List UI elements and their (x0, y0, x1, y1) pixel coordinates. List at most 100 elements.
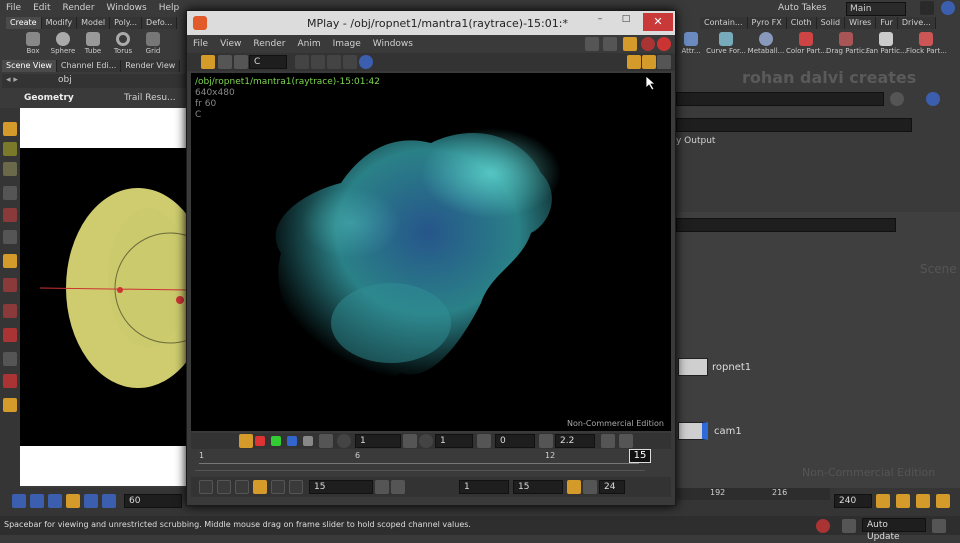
shelf-tab-modify[interactable]: Modify (41, 17, 78, 29)
global-anim-icon[interactable] (936, 494, 950, 508)
end-frame-field[interactable]: 240 (834, 494, 872, 508)
rgb-icon[interactable] (239, 434, 253, 448)
shelf-grid[interactable]: Grid (138, 30, 168, 55)
jump-end-icon[interactable] (102, 494, 116, 508)
path-bar[interactable]: ◂ ▸ obj (2, 74, 188, 88)
offset-field[interactable]: 0 (495, 434, 535, 448)
shelf-box[interactable]: Box (18, 30, 48, 55)
frame-badge[interactable]: 15 (629, 449, 651, 463)
gear-icon[interactable] (890, 92, 904, 106)
lock-icon[interactable] (623, 37, 637, 51)
rotate-tool-icon[interactable] (3, 162, 17, 176)
red-channel-icon[interactable] (255, 436, 265, 446)
back-arrow-icon[interactable]: ◂ ▸ (6, 75, 18, 85)
move-tool-icon[interactable] (3, 142, 17, 156)
mplay-menu-view[interactable]: View (214, 36, 247, 52)
mplay-step-back-icon[interactable] (217, 480, 231, 494)
pin-icon[interactable] (585, 37, 599, 51)
shelf-tab-model[interactable]: Model (77, 17, 111, 29)
pose-tool-icon[interactable] (3, 230, 17, 244)
mplay-view-icon[interactable] (234, 55, 248, 69)
layout-quad-icon[interactable] (642, 55, 656, 69)
mplay-menu-anim[interactable]: Anim (291, 36, 326, 52)
gamma-icon[interactable] (419, 434, 433, 448)
menu-help[interactable]: Help (153, 0, 186, 16)
render-viewport[interactable]: /obj/ropnet1/mantra1(raytrace)-15:01:42 … (191, 73, 671, 431)
brightness-field[interactable]: 1 (355, 434, 401, 448)
lut-icon[interactable] (319, 434, 333, 448)
error-icon[interactable] (816, 519, 830, 533)
menu-file[interactable]: File (0, 0, 27, 16)
play-forward-icon[interactable] (84, 494, 98, 508)
mplay-jump-end-icon[interactable] (289, 480, 303, 494)
cam1-node[interactable] (678, 422, 708, 440)
mplay-menu-render[interactable]: Render (247, 36, 291, 52)
stop-render-icon[interactable] (932, 519, 946, 533)
step-back-icon[interactable] (30, 494, 44, 508)
shelf-fan-particles[interactable]: Fan Partic... (866, 30, 907, 55)
mplay-close-icon[interactable] (657, 37, 671, 51)
minimize-button[interactable]: – (589, 14, 611, 30)
ropnet1-node[interactable] (678, 358, 708, 376)
mplay-range-icon[interactable] (391, 480, 405, 494)
shelf-metaball[interactable]: Metaball... (746, 30, 786, 55)
play-back-icon[interactable] (48, 494, 62, 508)
shelf-tab-create[interactable]: Create (6, 17, 42, 29)
network-path-field[interactable] (676, 218, 896, 232)
realtime-icon[interactable] (896, 494, 910, 508)
layout-single-icon[interactable] (627, 55, 641, 69)
select-tool-icon[interactable] (3, 122, 17, 136)
tab-scene-view[interactable]: Scene View (2, 60, 57, 72)
mplay-fps-field[interactable]: 24 (599, 480, 625, 494)
close-button[interactable]: ✕ (643, 13, 673, 31)
shelf-tab-solid[interactable]: Solid (816, 17, 846, 29)
tab-channel-editor[interactable]: Channel Edi... (56, 60, 122, 72)
mplay-fps-icon[interactable] (583, 480, 597, 494)
alpha-channel-icon[interactable] (303, 436, 313, 446)
shelf-sphere[interactable]: Sphere (48, 30, 78, 55)
handle-tool-icon[interactable] (3, 208, 17, 222)
render-tool-icon[interactable] (3, 278, 17, 292)
display-options-icon[interactable] (218, 55, 232, 69)
mplay-info-icon[interactable] (359, 55, 373, 69)
gamma-slope-icon[interactable] (539, 434, 553, 448)
mplay-stop-icon[interactable] (253, 480, 267, 494)
houdini-frame-ruler[interactable]: 192 216 (678, 488, 830, 500)
snap-tool-icon[interactable] (3, 352, 17, 366)
view-tool-icon[interactable] (3, 374, 17, 388)
desktop-select[interactable]: Main (846, 2, 906, 16)
mplay-menu-windows[interactable]: Windows (367, 36, 419, 52)
zoom-in-icon[interactable] (295, 55, 309, 69)
display-tool-icon[interactable] (3, 398, 17, 412)
mplay-current-frame-field[interactable]: 15 (309, 480, 373, 494)
mplay-start-frame-field[interactable]: 1 (459, 480, 509, 494)
offset-icon[interactable] (477, 434, 491, 448)
mplay-menu-image[interactable]: Image (327, 36, 367, 52)
mplay-menu-file[interactable]: File (187, 36, 214, 52)
magnet-tool-icon[interactable] (3, 254, 17, 268)
shelf-torus[interactable]: Torus (108, 30, 138, 55)
shelf-drag-particles[interactable]: Drag Partic... (826, 30, 872, 55)
info-icon[interactable] (926, 92, 940, 106)
zoom-out-icon[interactable] (311, 55, 325, 69)
shelf-attr[interactable]: Attr... (676, 30, 706, 55)
pan-icon[interactable] (343, 55, 357, 69)
mplay-play-forward-icon[interactable] (271, 480, 285, 494)
shelf-tab-pyro[interactable]: Pyro FX (747, 17, 787, 29)
shelf-tube[interactable]: Tube (78, 30, 108, 55)
shelf-flock-particles[interactable]: Flock Part... (906, 30, 947, 55)
brightness-icon[interactable] (337, 434, 351, 448)
jump-start-icon[interactable] (12, 494, 26, 508)
mplay-step-icon[interactable] (375, 480, 389, 494)
shelf-tab-drive[interactable]: Drive... (897, 17, 936, 29)
channel-select[interactable]: C (249, 55, 287, 69)
fullscreen-icon[interactable] (657, 55, 671, 69)
current-frame-field[interactable]: 60 (124, 494, 182, 508)
snapshot-icon[interactable] (201, 55, 215, 69)
gamma-field[interactable]: 2.2 (555, 434, 595, 448)
shelf-tab-cloth[interactable]: Cloth (786, 17, 817, 29)
blue-channel-icon[interactable] (287, 436, 297, 446)
histogram-icon[interactable] (601, 434, 615, 448)
search-icon[interactable] (920, 1, 934, 15)
menu-render[interactable]: Render (57, 0, 101, 16)
